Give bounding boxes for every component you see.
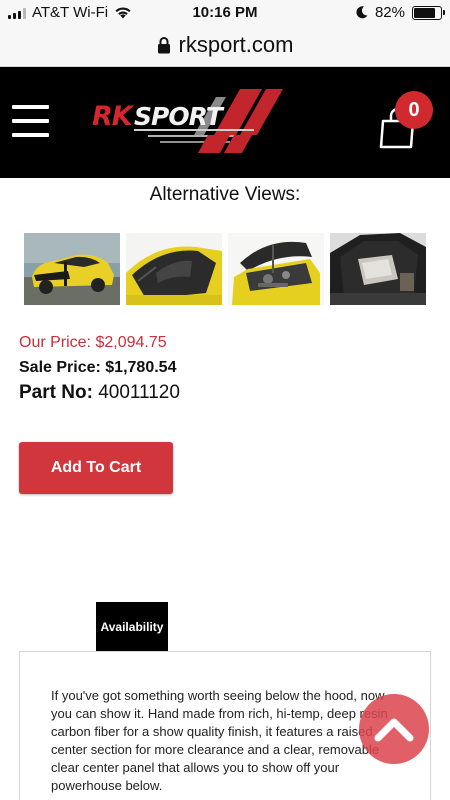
hamburger-menu-icon[interactable] (12, 105, 49, 137)
thumbnail-strip (24, 233, 426, 305)
svg-text:SPORT: SPORT (134, 102, 225, 131)
sale-price-label: Sale Price: (19, 359, 101, 376)
battery-icon (412, 5, 445, 20)
rksport-logo[interactable]: RK SPORT (90, 87, 285, 155)
tab-availability[interactable]: Availability (96, 602, 168, 652)
cart-button[interactable]: 0 (378, 91, 438, 155)
sale-price-line: Sale Price: $1,780.54 (19, 358, 180, 378)
scroll-to-top-button[interactable] (359, 694, 429, 764)
moon-icon (356, 6, 368, 19)
sale-price-value: $1,780.54 (105, 359, 177, 376)
url-text[interactable]: rksport.com (179, 32, 294, 58)
part-number-label: Part No: (19, 382, 93, 403)
battery-fill (414, 7, 436, 18)
site-header: RK SPORT 0 (0, 67, 450, 178)
battery-percent: 82% (374, 4, 405, 21)
chevron-up-icon (374, 718, 414, 742)
status-right: 82% (356, 4, 445, 21)
our-price-label: Our Price: (19, 334, 92, 351)
alternative-views-heading: Alternative Views: (149, 184, 301, 205)
price-block: Our Price: $2,094.75 Sale Price: $1,780.… (19, 333, 180, 404)
cart-count-badge[interactable]: 0 (395, 91, 433, 129)
thumbnail-open-hood[interactable] (228, 233, 324, 305)
thumbnail-clear-panel[interactable] (330, 233, 426, 305)
our-price-value: $2,094.75 (95, 334, 167, 351)
part-number-line: Part No: 40011120 (19, 382, 180, 404)
thumbnail-yellow-camaro[interactable] (24, 233, 120, 305)
add-to-cart-button[interactable]: Add To Cart (19, 442, 173, 494)
our-price-line: Our Price: $2,094.75 (19, 333, 180, 353)
status-bar: AT&T Wi-Fi 10:16 PM 82% (0, 0, 450, 24)
url-bar[interactable]: rksport.com (0, 24, 450, 67)
lock-icon (157, 37, 170, 54)
part-number-value: 40011120 (98, 382, 180, 403)
product-description: If you've got something worth seeing bel… (51, 688, 388, 793)
svg-text:RK: RK (92, 101, 135, 132)
thumbnail-carbon-hood[interactable] (126, 233, 222, 305)
